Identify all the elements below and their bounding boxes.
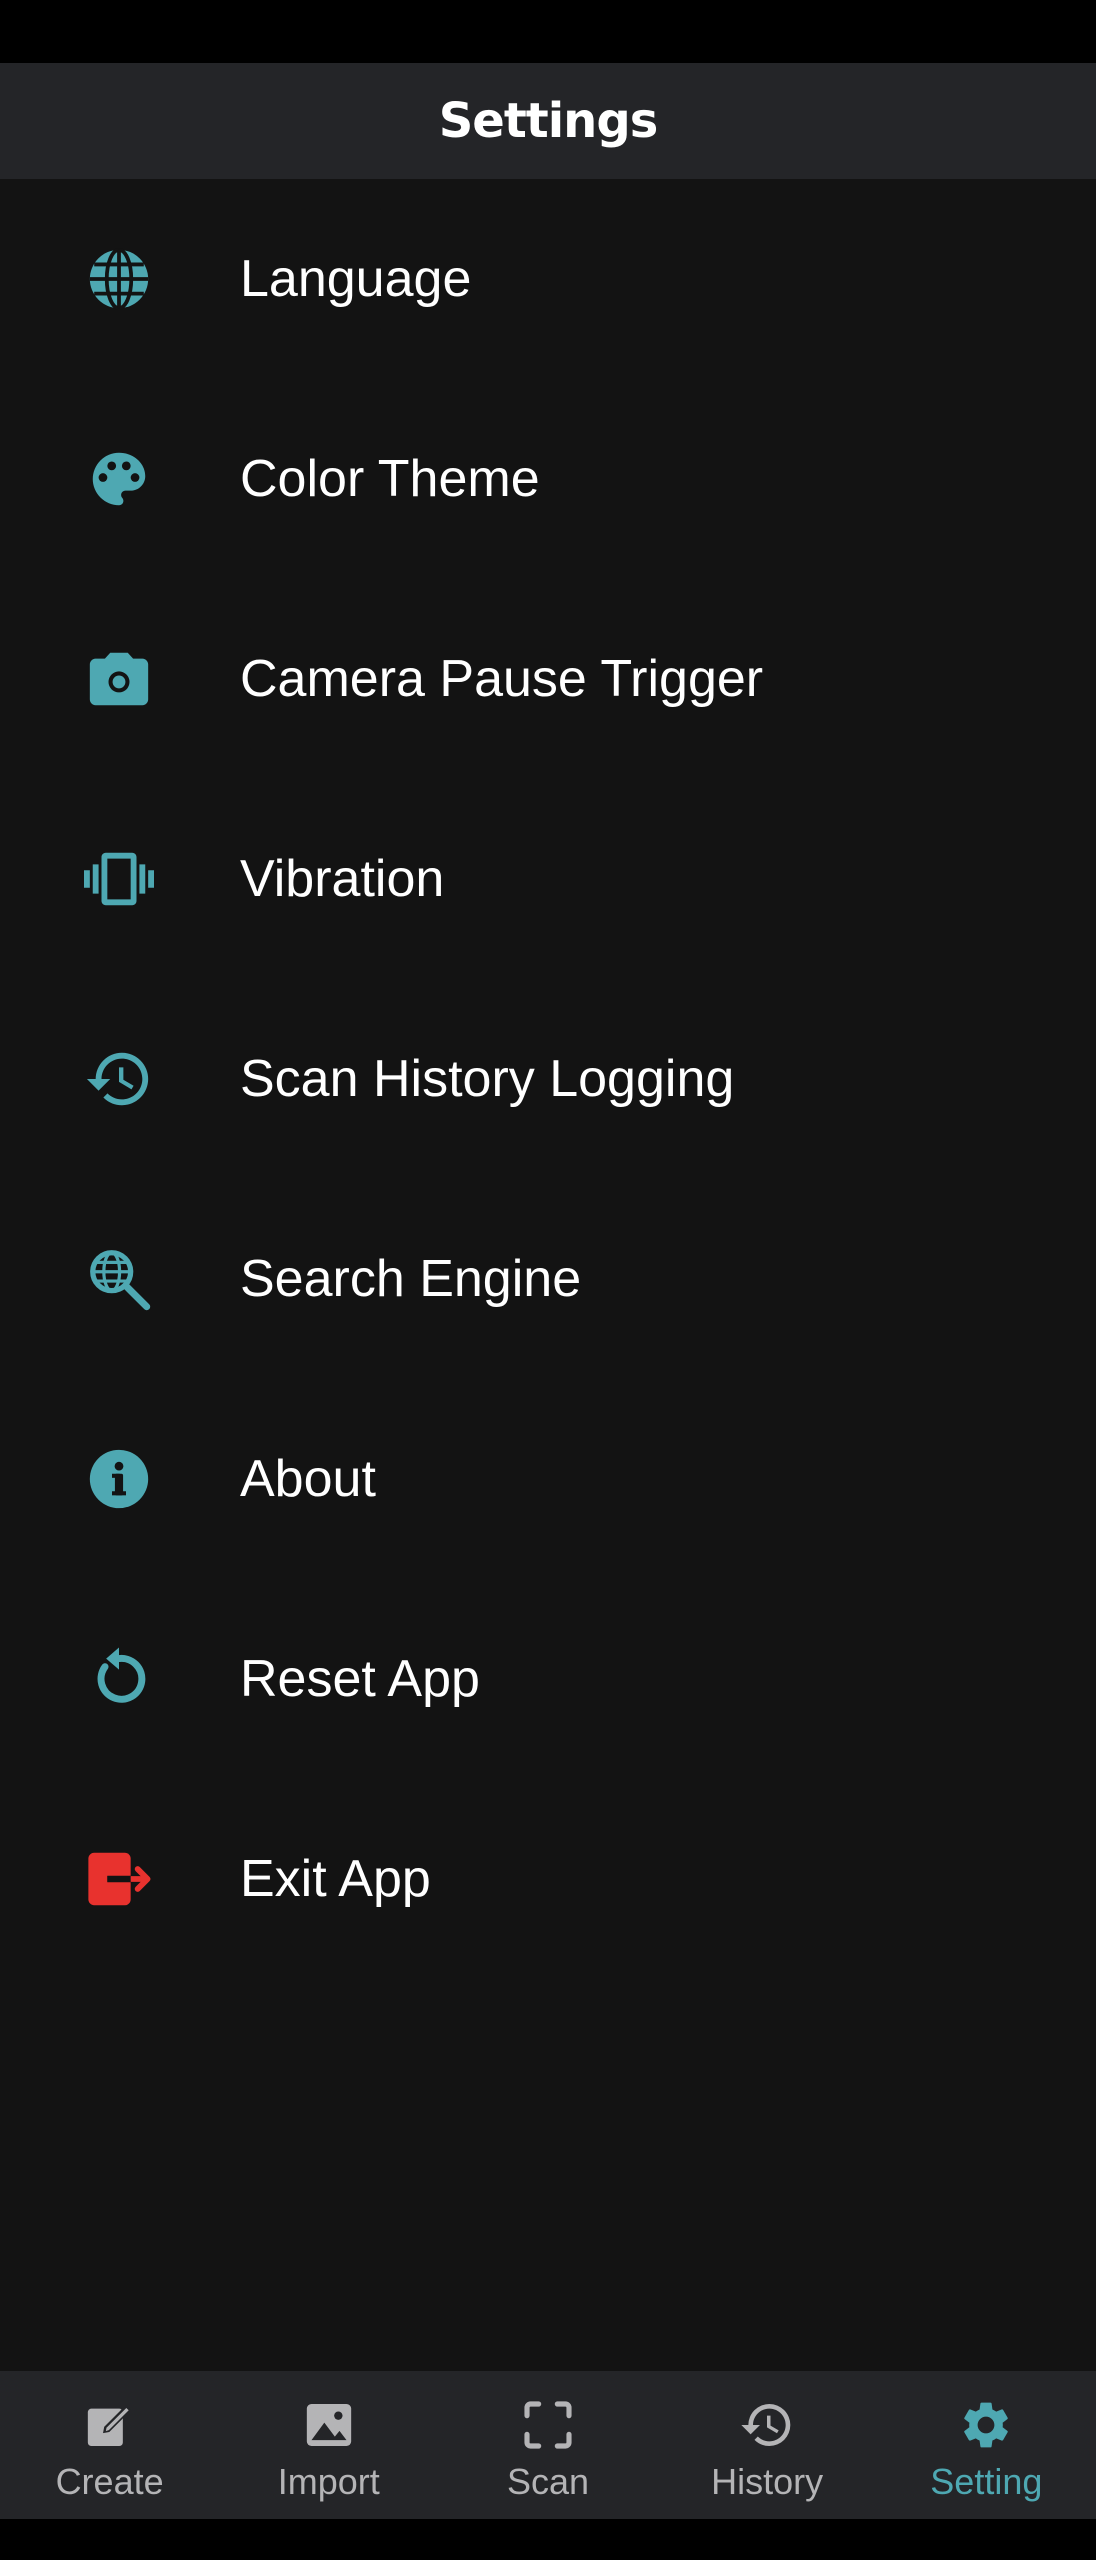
settings-item-label: Exit App [240,1850,431,1908]
settings-item-label: Reset App [240,1650,480,1708]
page-title: Settings [438,93,659,149]
nav-label: History [711,2461,824,2502]
nav-item-setting[interactable]: Setting [877,2371,1096,2519]
settings-list: Language Color Theme Camera Pause Trigge… [0,179,1096,2371]
nav-item-scan[interactable]: Scan [438,2371,657,2519]
edit-icon [80,2395,140,2455]
nav-label: Import [277,2461,380,2502]
settings-item-camera-pause-trigger[interactable]: Camera Pause Trigger [0,579,1096,779]
nav-item-create[interactable]: Create [0,2371,219,2519]
history-icon [737,2395,797,2455]
nav-label: Scan [506,2461,589,2502]
reset-icon [80,1640,158,1718]
nav-label: Create [55,2461,164,2502]
status-bar [0,0,1096,63]
bottom-navigation: Create Import Scan History Setting [0,2371,1096,2519]
settings-item-language[interactable]: Language [0,179,1096,379]
settings-item-label: About [240,1450,376,1508]
palette-icon [80,440,158,518]
camera-icon [80,640,158,718]
settings-item-vibration[interactable]: Vibration [0,779,1096,979]
system-navigation-bar [0,2519,1096,2560]
settings-item-label: Color Theme [240,450,540,508]
settings-item-search-engine[interactable]: Search Engine [0,1179,1096,1379]
exit-icon [80,1840,158,1918]
app-bar: Settings [0,63,1096,179]
settings-item-reset-app[interactable]: Reset App [0,1579,1096,1779]
settings-item-label: Search Engine [240,1250,582,1308]
search-globe-icon [80,1240,158,1318]
settings-item-label: Scan History Logging [240,1050,735,1108]
settings-item-color-theme[interactable]: Color Theme [0,379,1096,579]
settings-item-about[interactable]: About [0,1379,1096,1579]
globe-icon [80,240,158,318]
nav-item-import[interactable]: Import [219,2371,438,2519]
settings-item-label: Vibration [240,850,445,908]
settings-item-label: Camera Pause Trigger [240,650,764,708]
scan-frame-icon [518,2395,578,2455]
settings-item-label: Language [240,250,472,308]
info-icon [80,1440,158,1518]
gear-icon [956,2395,1016,2455]
settings-item-scan-history-logging[interactable]: Scan History Logging [0,979,1096,1179]
history-icon [80,1040,158,1118]
image-icon [299,2395,359,2455]
vibration-icon [80,840,158,918]
nav-item-history[interactable]: History [658,2371,877,2519]
nav-label: Setting [930,2461,1043,2502]
settings-item-exit-app[interactable]: Exit App [0,1779,1096,1979]
